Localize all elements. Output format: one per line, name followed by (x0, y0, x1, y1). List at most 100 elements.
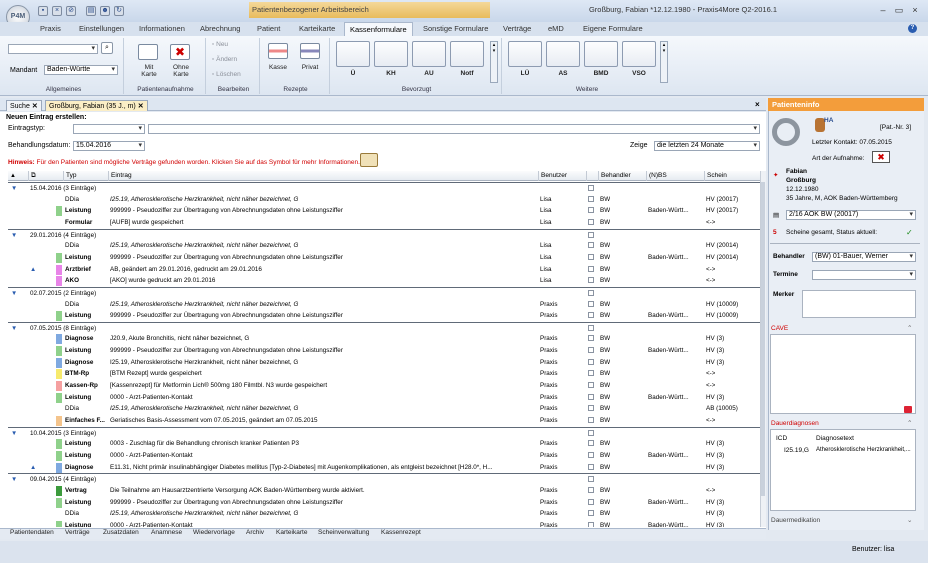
close-all-icon[interactable]: × (755, 100, 760, 109)
form-au-icon[interactable] (412, 41, 446, 67)
form-kh-icon[interactable] (374, 41, 408, 67)
row-checkbox[interactable] (588, 521, 594, 527)
row-checkbox[interactable] (588, 242, 594, 249)
journal-grid[interactable]: ▼ 15.04.2016 (3 Einträge) DDia I25.19, Athe… (8, 182, 760, 527)
row-checkbox[interactable] (588, 417, 594, 423)
form-as-icon[interactable] (546, 41, 580, 67)
row-checkbox[interactable] (588, 510, 594, 517)
mit-karte-button[interactable]: Mit Karte (134, 64, 164, 78)
maximize-button[interactable]: ▭ (892, 5, 906, 17)
scrollbar-thumb[interactable] (761, 182, 765, 496)
privat-button[interactable]: Privat (297, 64, 323, 71)
row-checkbox[interactable] (588, 312, 594, 319)
table-row[interactable]: Diagnose J20.9, Akute Bronchitis, nicht n… (8, 333, 760, 345)
row-checkbox[interactable] (588, 498, 594, 505)
search-icon[interactable]: ⌕ (101, 42, 113, 54)
tab-vertraege-bottom[interactable]: Verträge (65, 529, 90, 536)
table-row[interactable]: Leistung 999999 - Pseudoziffer zur Übertr… (8, 345, 760, 357)
form-lue-icon[interactable] (508, 41, 542, 67)
group-row[interactable]: ▼ 29.01.2016 (4 Einträge) (8, 228, 760, 241)
table-row[interactable]: ▲ Arztbrief AB, geändert am 29.01.2016, ge… (8, 264, 760, 276)
expand-icon[interactable]: ⌄ (907, 516, 912, 524)
row-checkbox[interactable] (588, 289, 594, 296)
row-checkbox[interactable] (588, 347, 594, 354)
table-row[interactable]: ▲ Diagnose E11.31, Nicht primär insulinabh… (8, 462, 760, 474)
row-checkbox[interactable] (588, 405, 594, 412)
table-row[interactable]: Leistung 0000 - Arzt-Patienten-Kontakt Pra… (8, 392, 760, 404)
expand-icon[interactable]: ▼ (11, 474, 17, 485)
behandlungsdatum-input[interactable]: 15.04.2016 (73, 141, 145, 151)
tab-patient[interactable]: Patient (257, 24, 280, 33)
gallery-scroll[interactable]: ▴ ▾ (660, 41, 668, 83)
neu-button[interactable]: ▫ Neu (212, 41, 228, 48)
tab-vertraege[interactable]: Verträge (503, 24, 531, 33)
table-row[interactable]: AKO [AKO] wurde gedruckt am 29.01.2016 Lis… (8, 275, 760, 287)
row-checkbox[interactable] (588, 195, 594, 202)
help-icon[interactable]: ? (908, 24, 917, 33)
close-tab-icon[interactable]: ✕ (138, 103, 144, 110)
group-row[interactable]: ▼ 09.04.2015 (4 Einträge) (8, 473, 760, 485)
table-row[interactable]: DDia I25.19, Atherosklerotische Herzkrank… (8, 403, 760, 415)
tab-patientendaten[interactable]: Patientendaten (10, 529, 54, 536)
close-button[interactable]: × (908, 5, 922, 17)
user-icon[interactable]: ☻ (100, 6, 110, 16)
table-row[interactable]: Leistung 0000 - Arzt-Patienten-Kontakt Pra… (8, 450, 760, 462)
close-doc-icon[interactable]: × (52, 6, 62, 16)
merker-field[interactable] (802, 290, 916, 318)
col-nbs[interactable]: (N)BS (646, 171, 704, 181)
row-checkbox[interactable] (588, 358, 594, 365)
row-checkbox[interactable] (588, 185, 594, 191)
tab-karteikarte-bottom[interactable]: Karteikarte (276, 529, 307, 536)
save-icon[interactable]: ▪ (38, 6, 48, 16)
form-notf-icon[interactable] (450, 41, 484, 67)
expand-icon[interactable]: ▼ (11, 288, 17, 299)
tab-sonstige-formulare[interactable]: Sonstige Formulare (423, 24, 488, 33)
tab-scheinverwaltung[interactable]: Scheinverwaltung (318, 529, 369, 536)
close-tab-icon[interactable]: ✕ (32, 103, 38, 110)
form-ue-icon[interactable] (336, 41, 370, 67)
form-bmd-icon[interactable] (584, 41, 618, 67)
tab-einstellungen[interactable]: Einstellungen (79, 24, 124, 33)
loeschen-button[interactable]: ▫ Löschen (212, 71, 241, 78)
copy-icon[interactable]: ⧉ (28, 171, 44, 181)
table-row[interactable]: Leistung 999999 - Pseudoziffer zur Übertr… (8, 252, 760, 264)
row-checkbox[interactable] (588, 300, 594, 307)
termine-select[interactable] (812, 270, 916, 280)
table-row[interactable]: Einfaches F... Geriatisches Basis-Assessm… (8, 415, 760, 427)
group-row[interactable]: ▼ 10.04.2015 (3 Einträge) (8, 426, 760, 439)
tab-kassenrezept[interactable]: Kassenrezept (381, 529, 421, 536)
table-row[interactable]: DDia I25.19, Atherosklerotische Herzkrank… (8, 508, 760, 520)
table-row[interactable]: DDia I25.19, Atherosklerotische Herzkrank… (8, 194, 760, 206)
row-checkbox[interactable] (588, 218, 594, 225)
tab-kassenformulare[interactable]: Kassenformulare (344, 22, 413, 36)
eintrag-input[interactable] (148, 124, 760, 134)
table-row[interactable]: BTM-Rp [BTM Rezept] wurde gespeichert Prax… (8, 368, 760, 380)
group-row[interactable]: ▼ 02.07.2015 (2 Einträge) (8, 286, 760, 299)
table-row[interactable]: DDia I25.19, Atherosklerotische Herzkrank… (8, 299, 760, 311)
row-checkbox[interactable] (588, 476, 594, 483)
minimize-button[interactable]: – (876, 5, 890, 17)
tab-zusatzdaten[interactable]: Zusatzdaten (103, 529, 139, 536)
tab-emd[interactable]: eMD (548, 24, 564, 33)
arrow-up-icon[interactable]: ▲ (30, 264, 36, 275)
behandler-select[interactable]: (BW) 01-Bauer, Werner (812, 252, 916, 262)
table-row[interactable]: Kassen-Rp [Kassenrezept] für Metformin Li… (8, 380, 760, 392)
privat-rezept-icon[interactable] (300, 43, 320, 59)
row-checkbox[interactable] (588, 265, 594, 272)
collapse-icon[interactable]: ⌃ (907, 324, 912, 332)
print-icon[interactable]: ▤ (86, 6, 96, 16)
mandant-select[interactable]: Baden-Württe (44, 65, 118, 75)
schein-select[interactable]: 2/16 AOK BW (20017) (786, 210, 916, 220)
row-checkbox[interactable] (588, 324, 594, 331)
pin-icon[interactable]: ✦ (773, 171, 778, 179)
row-checkbox[interactable] (588, 440, 594, 447)
kasse-button[interactable]: Kasse (266, 64, 290, 71)
zeige-select[interactable]: die letzten 24 Monate (654, 141, 760, 151)
row-checkbox[interactable] (588, 231, 594, 238)
tab-anamnese[interactable]: Anamnese (151, 529, 182, 536)
select-all-checkbox[interactable] (586, 171, 598, 181)
tab-wiedervorlage[interactable]: Wiedervorlage (193, 529, 235, 536)
contract-info-icon[interactable] (360, 153, 378, 167)
expand-icon[interactable]: ▼ (11, 428, 17, 439)
row-checkbox[interactable] (588, 335, 594, 342)
